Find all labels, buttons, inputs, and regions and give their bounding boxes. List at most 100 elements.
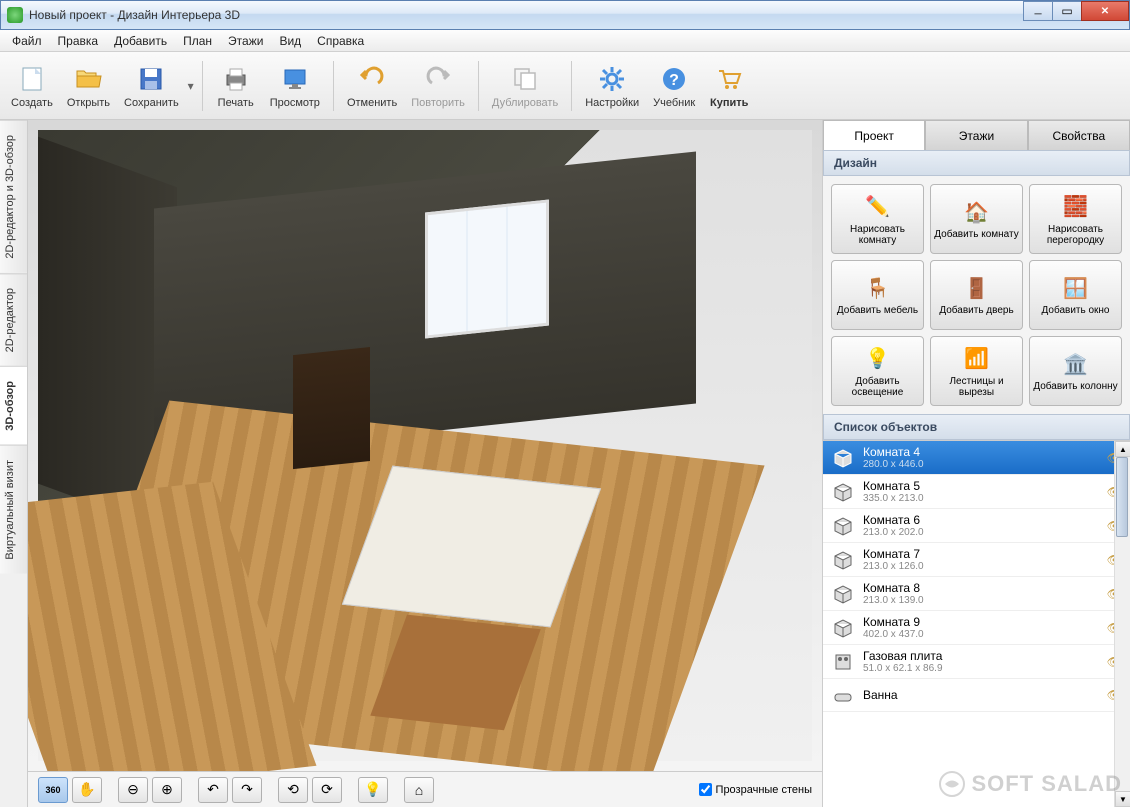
print-button[interactable]: Печать: [209, 56, 263, 116]
object-text: Комната 7213.0 x 126.0: [863, 547, 1099, 572]
stairs-cutouts-button[interactable]: 📶Лестницы и вырезы: [930, 336, 1023, 406]
draw-room-button[interactable]: ✏️Нарисовать комнату: [831, 184, 924, 254]
scrollbar[interactable]: ▲ ▼: [1114, 441, 1130, 807]
column-icon: 🏛️: [1062, 350, 1090, 378]
window-icon: 🪟: [1062, 274, 1090, 302]
add-furniture-button[interactable]: 🪑Добавить мебель: [831, 260, 924, 330]
menu-plan[interactable]: План: [175, 32, 220, 50]
scroll-up-button[interactable]: ▲: [1115, 441, 1130, 457]
add-lighting-button[interactable]: 💡Добавить освещение: [831, 336, 924, 406]
object-type-icon: [831, 683, 855, 707]
add-room-icon: 🏠: [963, 198, 991, 226]
object-list-item[interactable]: Комната 9402.0 x 437.0👁: [823, 611, 1130, 645]
window-title: Новый проект - Дизайн Интерьера 3D: [29, 8, 240, 22]
duplicate-icon: [509, 63, 541, 95]
tab-2d-editor[interactable]: 2D-редактор: [0, 273, 27, 366]
viewport-toolbar: 360 ✋ ⊖ ⊕ ↶ ↷ ⟲ ⟳ 💡 ⌂ Прозрачные стены: [28, 771, 822, 807]
titlebar: Новый проект - Дизайн Интерьера 3D: [0, 0, 1130, 30]
preview-button[interactable]: Просмотр: [263, 56, 327, 116]
svg-text:?: ?: [669, 72, 679, 89]
object-list-item[interactable]: Ванна👁: [823, 679, 1130, 712]
open-button[interactable]: Открыть: [60, 56, 117, 116]
undo-button[interactable]: Отменить: [340, 56, 404, 116]
add-door-button[interactable]: 🚪Добавить дверь: [930, 260, 1023, 330]
design-tools-grid: ✏️Нарисовать комнату 🏠Добавить комнату 🧱…: [823, 176, 1130, 414]
menu-help[interactable]: Справка: [309, 32, 372, 50]
save-button[interactable]: Сохранить: [117, 56, 186, 116]
object-dimensions: 51.0 x 62.1 x 86.9: [863, 663, 1099, 674]
tab-2d-3d-combined[interactable]: 2D-редактор и 3D-обзор: [0, 120, 27, 273]
object-list-item[interactable]: Комната 4280.0 x 446.0👁: [823, 441, 1130, 475]
object-dimensions: 213.0 x 139.0: [863, 595, 1099, 606]
scroll-thumb[interactable]: [1116, 457, 1128, 537]
add-column-button[interactable]: 🏛️Добавить колонну: [1029, 336, 1122, 406]
lighting-button[interactable]: 💡: [358, 777, 388, 803]
tab-floors[interactable]: Этажи: [925, 120, 1027, 150]
object-list-header: Список объектов: [823, 414, 1130, 440]
object-dimensions: 335.0 x 213.0: [863, 493, 1099, 504]
object-name: Комната 9: [863, 615, 1099, 629]
gear-icon: [596, 63, 628, 95]
object-text: Ванна: [863, 688, 1099, 702]
help-icon: ?: [658, 63, 690, 95]
tab-3d-view[interactable]: 3D-обзор: [0, 366, 27, 445]
redo-icon: [422, 63, 454, 95]
menu-floors[interactable]: Этажи: [220, 32, 271, 50]
minimize-button[interactable]: [1023, 1, 1053, 21]
settings-button[interactable]: Настройки: [578, 56, 646, 116]
save-dropdown[interactable]: ▾: [186, 56, 196, 116]
bulb-icon: 💡: [364, 781, 381, 798]
menu-add[interactable]: Добавить: [106, 32, 175, 50]
menubar: Файл Правка Добавить План Этажи Вид Спра…: [0, 30, 1130, 52]
orbit-360-button[interactable]: 360: [38, 777, 68, 803]
add-window-button[interactable]: 🪟Добавить окно: [1029, 260, 1122, 330]
object-list-item[interactable]: Комната 8213.0 x 139.0👁: [823, 577, 1130, 611]
object-list-item[interactable]: Комната 6213.0 x 202.0👁: [823, 509, 1130, 543]
tilt-right-button[interactable]: ⟳: [312, 777, 342, 803]
duplicate-button[interactable]: Дублировать: [485, 56, 565, 116]
close-button[interactable]: [1081, 1, 1129, 21]
buy-button[interactable]: Купить: [702, 56, 756, 116]
tab-project[interactable]: Проект: [823, 120, 925, 150]
redo-button[interactable]: Повторить: [404, 56, 472, 116]
zoom-in-icon: ⊕: [161, 781, 173, 798]
toolbar-separator: [571, 61, 572, 111]
object-type-icon: [831, 446, 855, 470]
zoom-in-button[interactable]: ⊕: [152, 777, 182, 803]
chair-icon: 🪑: [864, 274, 892, 302]
rotate-right-button[interactable]: ↷: [232, 777, 262, 803]
tab-virtual-visit[interactable]: Виртуальный визит: [0, 445, 27, 574]
hand-icon: ✋: [78, 781, 95, 798]
object-list-item[interactable]: Комната 5335.0 x 213.0👁: [823, 475, 1130, 509]
maximize-button[interactable]: [1052, 1, 1082, 21]
left-view-tabs: 2D-редактор и 3D-обзор 2D-редактор 3D-об…: [0, 120, 28, 807]
pan-button[interactable]: ✋: [72, 777, 102, 803]
rotate-left-button[interactable]: ↶: [198, 777, 228, 803]
undo-icon: [356, 63, 388, 95]
object-type-icon: [831, 616, 855, 640]
transparent-walls-checkbox[interactable]: [699, 783, 712, 796]
scroll-down-button[interactable]: ▼: [1115, 791, 1130, 807]
tilt-left-button[interactable]: ⟲: [278, 777, 308, 803]
3d-viewport[interactable]: [28, 120, 822, 771]
object-type-icon: [831, 514, 855, 538]
object-list-item[interactable]: Комната 7213.0 x 126.0👁: [823, 543, 1130, 577]
workspace: 2D-редактор и 3D-обзор 2D-редактор 3D-об…: [0, 120, 1130, 807]
home-view-button[interactable]: ⌂: [404, 777, 434, 803]
create-button[interactable]: Создать: [4, 56, 60, 116]
tutorial-button[interactable]: ? Учебник: [646, 56, 702, 116]
menu-file[interactable]: Файл: [4, 32, 50, 50]
menu-view[interactable]: Вид: [271, 32, 309, 50]
object-text: Комната 5335.0 x 213.0: [863, 479, 1099, 504]
transparent-walls-toggle[interactable]: Прозрачные стены: [699, 783, 812, 796]
draw-partition-button[interactable]: 🧱Нарисовать перегородку: [1029, 184, 1122, 254]
menu-edit[interactable]: Правка: [50, 32, 107, 50]
stairs-icon: 📶: [963, 345, 991, 373]
zoom-out-button[interactable]: ⊖: [118, 777, 148, 803]
object-name: Комната 4: [863, 445, 1099, 459]
add-room-button[interactable]: 🏠Добавить комнату: [930, 184, 1023, 254]
object-list-item[interactable]: Газовая плита51.0 x 62.1 x 86.9👁: [823, 645, 1130, 679]
save-icon: [135, 63, 167, 95]
object-text: Газовая плита51.0 x 62.1 x 86.9: [863, 649, 1099, 674]
tab-properties[interactable]: Свойства: [1028, 120, 1130, 150]
